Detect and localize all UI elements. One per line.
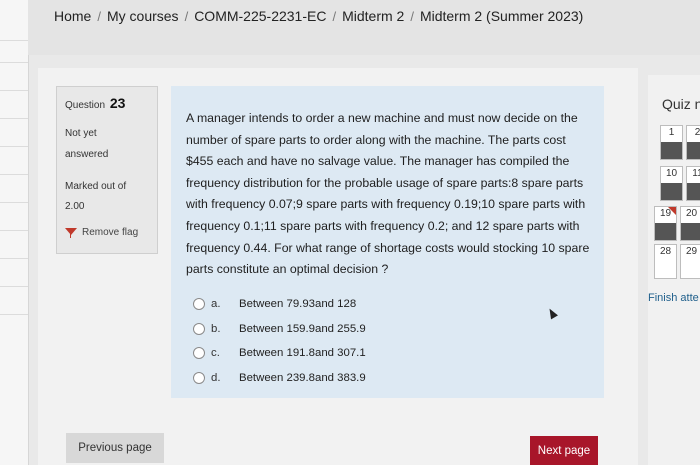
quiz-nav-number: 11 <box>692 168 700 179</box>
radio-unchecked-icon[interactable] <box>193 322 205 335</box>
answered-indicator <box>655 223 676 240</box>
strip-divider <box>0 146 28 147</box>
answered-indicator <box>687 183 700 200</box>
quiz-nav-number: 28 <box>659 246 672 257</box>
marked-out-of-value: 2.00 <box>65 201 85 212</box>
quiz-nav-button-20[interactable]: 20 <box>680 206 700 241</box>
option-c[interactable]: c. Between 191.8and 307.1 <box>193 341 366 366</box>
option-b[interactable]: b. Between 159.9and 255.9 <box>193 317 366 342</box>
breadcrumb-separator: / <box>97 9 101 24</box>
strip-divider <box>0 62 28 63</box>
status-line-1: Not yet <box>65 128 97 139</box>
remove-flag-label: Remove flag <box>82 227 139 238</box>
quiz-nav-button-11[interactable]: 11 <box>686 166 700 201</box>
strip-divider <box>0 314 28 315</box>
quiz-nav-number: 2 <box>694 127 700 138</box>
radio-unchecked-icon[interactable] <box>193 347 205 360</box>
option-text: Between 159.9and 255.9 <box>239 322 366 335</box>
remove-flag-link[interactable]: Remove flag <box>65 227 138 238</box>
breadcrumb-my-courses[interactable]: My courses <box>107 8 179 24</box>
flag-icon <box>65 227 77 238</box>
quiz-navigation-title: Quiz n <box>662 96 700 112</box>
finish-attempt-link[interactable]: Finish atte <box>648 292 699 304</box>
strip-divider <box>0 230 28 231</box>
quiz-nav-number: 1 <box>668 127 675 138</box>
question-text: A manager intends to order a new machine… <box>186 111 590 277</box>
breadcrumb-separator: / <box>184 9 189 24</box>
breadcrumb: Home / My courses / COMM-225-2231-EC / Midterm… <box>54 8 583 24</box>
question-info-box: Question 23 Not yet answered Marked out … <box>56 86 158 254</box>
left-page-strip <box>0 0 29 465</box>
question-marks: Marked out of 2.00 <box>65 177 126 217</box>
breadcrumb-home[interactable]: Home <box>54 8 91 24</box>
option-d[interactable]: d. Between 239.8and 383.9 <box>193 366 366 391</box>
option-a[interactable]: a. Between 79.93and 128 <box>193 292 366 317</box>
radio-unchecked-icon[interactable] <box>193 298 205 311</box>
quiz-nav-number: 10 <box>665 168 678 179</box>
quiz-nav-button-29[interactable]: 29 <box>680 244 700 279</box>
quiz-nav-button-1[interactable]: 1 <box>660 125 683 160</box>
quiz-nav-button-10[interactable]: 10 <box>660 166 683 201</box>
quiz-nav-button-19[interactable]: 19 <box>654 206 677 241</box>
strip-divider <box>0 258 28 259</box>
breadcrumb-midterm[interactable]: Midterm 2 <box>342 8 404 24</box>
marked-out-of-label: Marked out of <box>65 181 127 192</box>
strip-divider <box>0 40 28 41</box>
answered-indicator <box>661 142 682 159</box>
radio-unchecked-icon[interactable] <box>193 371 205 384</box>
quiz-nav-button-28[interactable]: 28 <box>654 244 677 279</box>
strip-divider <box>0 118 28 119</box>
breadcrumb-separator: / <box>410 9 414 24</box>
option-letter: c. <box>211 347 220 360</box>
quiz-nav-button-2[interactable]: 2 <box>686 125 700 160</box>
question-panel: A manager intends to order a new machine… <box>171 86 604 398</box>
question-status: Not yet answered <box>65 123 108 165</box>
breadcrumb-course[interactable]: COMM-225-2231-EC <box>194 8 326 24</box>
answer-options: a. Between 79.93and 128 b. Between 159.9… <box>193 292 366 390</box>
status-line-2: answered <box>65 149 109 160</box>
next-page-button[interactable]: Next page <box>530 436 598 465</box>
answered-indicator <box>681 223 700 240</box>
quiz-nav-number: 29 <box>685 246 698 257</box>
strip-divider <box>0 286 28 287</box>
breadcrumb-current-page[interactable]: Midterm 2 (Summer 2023) <box>420 8 583 24</box>
strip-divider <box>0 202 28 203</box>
question-label: Question <box>65 100 106 111</box>
question-number-value: 23 <box>109 95 126 111</box>
strip-divider <box>0 90 28 91</box>
option-text: Between 191.8and 307.1 <box>239 347 366 360</box>
option-letter: a. <box>211 298 221 311</box>
option-text: Between 239.8and 383.9 <box>239 371 366 384</box>
answered-indicator <box>661 183 682 200</box>
option-letter: b. <box>211 322 221 335</box>
breadcrumb-separator: / <box>332 9 337 24</box>
quiz-nav-number: 20 <box>685 208 698 219</box>
flag-icon <box>668 207 676 215</box>
answered-indicator <box>687 142 700 159</box>
option-text: Between 79.93and 128 <box>239 298 357 311</box>
question-number: Question 23 <box>65 95 125 111</box>
previous-page-button[interactable]: Previous page <box>66 433 164 463</box>
strip-divider <box>0 174 28 175</box>
option-letter: d. <box>211 371 221 384</box>
